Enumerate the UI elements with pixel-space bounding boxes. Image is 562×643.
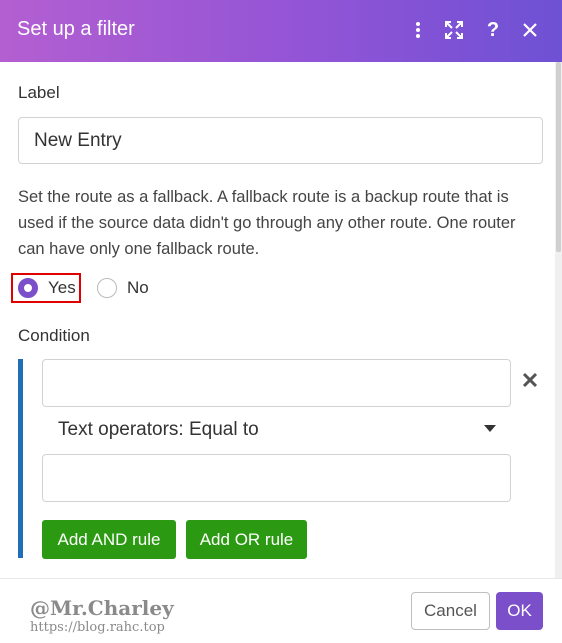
help-icon[interactable]: ?: [480, 17, 506, 43]
add-and-rule-button[interactable]: Add AND rule: [42, 520, 176, 559]
more-vertical-icon[interactable]: [405, 17, 431, 43]
fallback-no-radio[interactable]: No: [97, 274, 149, 302]
operator-value: Text operators: Equal to: [58, 419, 259, 440]
ok-button[interactable]: OK: [496, 592, 543, 630]
cancel-button[interactable]: Cancel: [411, 592, 490, 630]
close-icon[interactable]: [517, 17, 543, 43]
footer-divider: [0, 578, 562, 579]
fallback-no-label: No: [127, 278, 149, 297]
radio-unchecked-icon[interactable]: [97, 278, 117, 298]
operator-select[interactable]: Text operators: Equal to: [42, 410, 510, 448]
scrollbar-thumb[interactable]: [556, 62, 561, 252]
filter-dialog: Set up a filter ? Label Set the route as…: [0, 0, 562, 643]
fallback-description: Set the route as a fallback. A fallback …: [18, 188, 516, 258]
fallback-yes-radio[interactable]: Yes: [18, 274, 76, 302]
caret-down-icon: [484, 425, 496, 432]
dialog-header: Set up a filter ?: [0, 0, 562, 62]
watermark-url: https://blog.rahc.top: [30, 620, 165, 635]
watermark-name: @Mr.Charley: [30, 596, 174, 620]
fallback-yes-label: Yes: [48, 278, 76, 297]
first-operand-input[interactable]: [42, 359, 511, 407]
add-or-rule-button[interactable]: Add OR rule: [186, 520, 307, 559]
label-field-label: Label: [18, 83, 60, 102]
second-operand-input[interactable]: [42, 454, 511, 502]
radio-checked-icon[interactable]: [18, 278, 38, 298]
dialog-title: Set up a filter: [17, 18, 135, 40]
expand-icon[interactable]: [441, 17, 467, 43]
remove-condition-icon[interactable]: [522, 372, 542, 392]
label-input[interactable]: [18, 117, 543, 164]
condition-group-bar: [18, 359, 23, 558]
condition-label: Condition: [18, 326, 90, 345]
